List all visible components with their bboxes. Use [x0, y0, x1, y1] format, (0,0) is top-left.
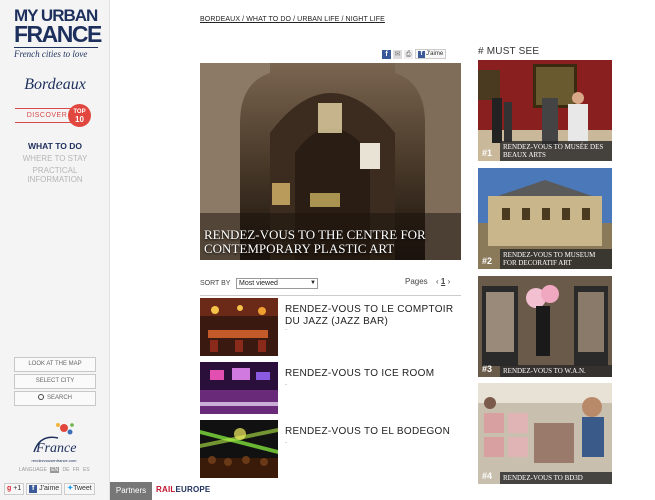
must-see-rank: #2 [482, 256, 493, 266]
comptoir-du-jazz-image [200, 298, 278, 356]
list-item-title[interactable]: RENDEZ-VOUS TO ICE ROOM [285, 368, 461, 380]
like-button[interactable]: f J'aime [415, 49, 447, 59]
language-en[interactable]: EN [50, 467, 60, 473]
list-item[interactable]: RENDEZ-VOUS TO ICE ROOM - [200, 362, 461, 420]
tweet-label: Tweet [73, 485, 92, 492]
list-item[interactable]: RENDEZ-VOUS TO EL BODEGON - [200, 420, 461, 478]
wan-image [478, 276, 612, 377]
nav-item-what-to-do[interactable]: WHAT TO DO [0, 142, 110, 151]
facebook-share-icon[interactable]: f [382, 49, 391, 59]
look-at-map-button[interactable]: LOOK AT THE MAP [14, 357, 96, 372]
facebook-like-icon: f [418, 51, 425, 58]
list-item-meta: - [285, 440, 287, 446]
france-logo-graphic: France [33, 423, 76, 456]
main-nav: WHAT TO DO WHERE TO STAY PRACTICAL INFOR… [0, 142, 110, 185]
sort-label: SORT BY [200, 280, 231, 287]
facebook-icon: f [29, 485, 38, 493]
print-icon[interactable]: ⎙ [404, 49, 413, 59]
list-item-meta: - [285, 382, 287, 388]
logo-tagline: French cities to love [14, 47, 98, 59]
raileurope-part1: RAIL [156, 485, 176, 494]
logo-line-2: FRANCE [14, 21, 102, 47]
list-item-title[interactable]: RENDEZ-VOUS TO LE COMPTOIR DU JAZZ (JAZZ… [285, 304, 461, 328]
raileurope-logo[interactable]: RAILEUROPE [156, 485, 210, 494]
partners-bar: Partners RAILEUROPE [110, 482, 220, 500]
tweet-button[interactable]: ✦Tweet [64, 483, 95, 495]
language-es[interactable]: ES [83, 467, 90, 473]
like-button-label: J'aime [426, 51, 444, 57]
must-see-title[interactable]: RENDEZ-VOUS TO MUSÉE DES BEAUX ARTS [500, 141, 612, 161]
must-see-heading: # MUST SEE [478, 46, 540, 57]
sort-selected-value: Most viewed [239, 280, 278, 287]
list-item[interactable]: RENDEZ-VOUS TO LE COMPTOIR DU JAZZ (JAZZ… [200, 298, 461, 356]
france-logo-url: rendezvousenfrance.com [31, 458, 77, 463]
ice-room-image [200, 362, 278, 414]
bd3d-image [478, 383, 612, 484]
must-see-rank: #1 [482, 148, 493, 158]
gplus-icon: g [7, 485, 12, 492]
must-see-rank: #3 [482, 364, 493, 374]
nav-item-where-to-stay[interactable]: WHERE TO STAY [0, 154, 110, 163]
must-see-card[interactable]: #4 RENDEZ-VOUS TO BD3D [478, 383, 612, 484]
prev-page-icon[interactable]: ‹ [436, 277, 439, 286]
gplus-label: +1 [13, 485, 22, 492]
pages-label: Pages [405, 277, 428, 286]
list-item-thumbnail [200, 298, 278, 356]
social-buttons: g +1 f J'aime ✦Tweet [4, 483, 95, 495]
list-item-title[interactable]: RENDEZ-VOUS TO EL BODEGON [285, 426, 461, 438]
must-see-card[interactable]: #2 RENDEZ-VOUS TO MUSEUM FOR DECORATIF A… [478, 168, 612, 269]
language-selector: LANGUAGE EN DE FR ES [19, 467, 92, 473]
top10-badge[interactable]: TOP 10 [68, 104, 91, 127]
must-see-rank: #4 [482, 471, 493, 481]
hero-title[interactable]: RENDEZ-VOUS TO THE CENTRE FOR CONTEMPORA… [204, 228, 457, 256]
breadcrumb[interactable]: BORDEAUX / WHAT TO DO / URBAN LIFE / NIG… [200, 16, 385, 23]
language-fr[interactable]: FR [73, 467, 80, 473]
gplus-button[interactable]: g +1 [4, 483, 25, 495]
must-see-title[interactable]: RENDEZ-VOUS TO MUSEUM FOR DECORATIF ART [500, 249, 612, 269]
el-bodegon-image [200, 420, 278, 478]
search-icon [37, 394, 44, 400]
current-page[interactable]: 1 [441, 277, 445, 286]
search-button-label: SEARCH [46, 395, 72, 401]
sort-select[interactable]: Most viewed ▼ [236, 278, 318, 289]
must-see-title[interactable]: RENDEZ-VOUS TO BD3D [500, 472, 612, 484]
city-name: Bordeaux [24, 76, 86, 93]
must-see-card[interactable]: #3 RENDEZ-VOUS TO W.A.N. [478, 276, 612, 377]
hero-feature[interactable]: RENDEZ-VOUS TO THE CENTRE FOR CONTEMPORA… [200, 63, 461, 260]
list-item-thumbnail [200, 420, 278, 478]
search-button[interactable]: SEARCH [14, 391, 96, 406]
email-icon[interactable]: ✉ [393, 49, 402, 59]
svg-text:France: France [35, 441, 76, 456]
raileurope-part2: EUROPE [175, 485, 211, 494]
pagination: ‹ 1 › [436, 277, 450, 286]
facebook-like-button[interactable]: f J'aime [26, 483, 63, 495]
sidebar: MY URBAN FRANCE French cities to love Bo… [0, 0, 110, 500]
list-item-meta: - [285, 327, 287, 333]
nav-item-practical-information[interactable]: PRACTICAL INFORMATION [20, 166, 90, 184]
language-label: LANGUAGE [19, 467, 47, 473]
chevron-down-icon: ▼ [310, 280, 316, 286]
must-see-title[interactable]: RENDEZ-VOUS TO W.A.N. [500, 365, 612, 377]
select-city-button[interactable]: SELECT CITY [14, 374, 96, 389]
site-logo[interactable]: MY URBAN FRANCE French cities to love [14, 6, 102, 59]
next-page-icon[interactable]: › [448, 277, 451, 286]
language-de[interactable]: DE [63, 467, 70, 473]
facebook-like-label: J'aime [39, 485, 60, 492]
share-toolbar: f ✉ ⎙ f J'aime [382, 49, 447, 59]
partners-label: Partners [110, 482, 152, 500]
sort-bar: SORT BY Most viewed ▼ Pages ‹ 1 › [200, 276, 461, 296]
list-item-thumbnail [200, 362, 278, 420]
top10-badge-line2: 10 [75, 115, 84, 124]
rendezvous-en-france-logo[interactable]: France rendezvousenfrance.com [28, 420, 80, 463]
must-see-card[interactable]: #1 RENDEZ-VOUS TO MUSÉE DES BEAUX ARTS [478, 60, 612, 161]
